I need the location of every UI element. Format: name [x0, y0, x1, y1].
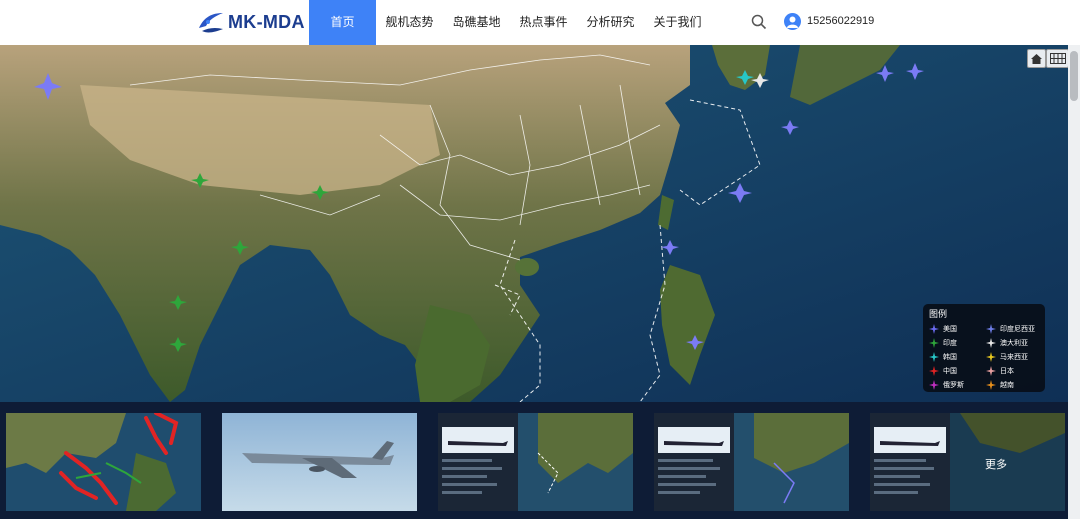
flight-detail-image-3 — [870, 413, 1065, 511]
legend-item-japan: 日本 — [986, 365, 1014, 377]
logo-text: MK-MDA — [228, 11, 305, 32]
plane-icon — [986, 352, 996, 362]
legend-item-india: 印度 — [929, 337, 957, 349]
thumbnail-track-heatmap[interactable] — [6, 413, 201, 511]
plane-icon — [986, 338, 996, 348]
track-heatmap-image — [6, 413, 201, 511]
flight-detail-image-2 — [654, 413, 849, 511]
more-link[interactable]: 更多 — [985, 456, 1007, 472]
plane-icon — [986, 366, 996, 376]
plane-icon — [929, 366, 939, 376]
avatar[interactable] — [784, 13, 801, 30]
nav-item-about[interactable]: 关于我们 — [644, 0, 711, 45]
grid-icon — [1049, 53, 1066, 64]
user-icon — [787, 16, 798, 28]
home-view-button[interactable] — [1027, 49, 1046, 68]
nav-item-hot-events[interactable]: 热点事件 — [510, 0, 577, 45]
flight-detail-image-1 — [438, 413, 633, 511]
legend-item-malaysia: 马来西亚 — [986, 351, 1028, 363]
legend-item-korea: 韩国 — [929, 351, 957, 363]
legend-item-indonesia: 印度尼西亚 — [986, 323, 1035, 335]
satellite-map[interactable] — [0, 45, 1068, 402]
grid-layer-button[interactable] — [1046, 49, 1068, 68]
plane-icon — [986, 380, 996, 390]
nav-item-analysis[interactable]: 分析研究 — [577, 0, 644, 45]
legend-item-australia: 澳大利亚 — [986, 337, 1028, 349]
home-icon — [1031, 53, 1042, 64]
plane-icon — [929, 380, 939, 390]
nav-item-fleet-situation[interactable]: 舰机态势 — [376, 0, 443, 45]
thumbnail-flight-detail-1[interactable] — [438, 413, 633, 511]
main-nav: 首页 舰机态势 岛礁基地 热点事件 分析研究 关于我们 — [309, 0, 711, 45]
user-phone[interactable]: 15256022919 — [807, 15, 874, 27]
plane-icon — [986, 324, 996, 334]
thumbnail-more[interactable] — [870, 413, 1065, 511]
legend-item-russia: 俄罗斯 — [929, 379, 964, 391]
legend-item-vietnam: 越南 — [986, 379, 1014, 391]
scrollbar-thumb[interactable] — [1070, 51, 1078, 101]
top-navigation-bar: MK-MDA 首页 舰机态势 岛礁基地 热点事件 分析研究 关于我们 15256… — [0, 0, 1080, 46]
logo-swoosh-icon — [199, 13, 223, 33]
aircraft-photo-image — [222, 413, 417, 511]
map-canvas — [0, 45, 1068, 402]
plane-icon — [929, 338, 939, 348]
logo[interactable]: MK-MDA — [196, 8, 305, 36]
map-legend: 图例 美国 印度尼西亚 印度 澳大利亚 韩国 马来西亚 中国 日本 俄罗斯 越南 — [923, 304, 1045, 392]
page-scrollbar[interactable] — [1068, 45, 1080, 519]
legend-item-china: 中国 — [929, 365, 957, 377]
legend-item-usa: 美国 — [929, 323, 957, 335]
thumbnail-flight-detail-2[interactable] — [654, 413, 849, 511]
plane-icon — [929, 324, 939, 334]
legend-title: 图例 — [929, 309, 948, 319]
nav-item-home[interactable]: 首页 — [309, 0, 376, 45]
plane-icon — [929, 352, 939, 362]
thumbnail-aircraft-photo[interactable] — [222, 413, 417, 511]
search-icon[interactable] — [751, 14, 767, 30]
nav-item-island-bases[interactable]: 岛礁基地 — [443, 0, 510, 45]
